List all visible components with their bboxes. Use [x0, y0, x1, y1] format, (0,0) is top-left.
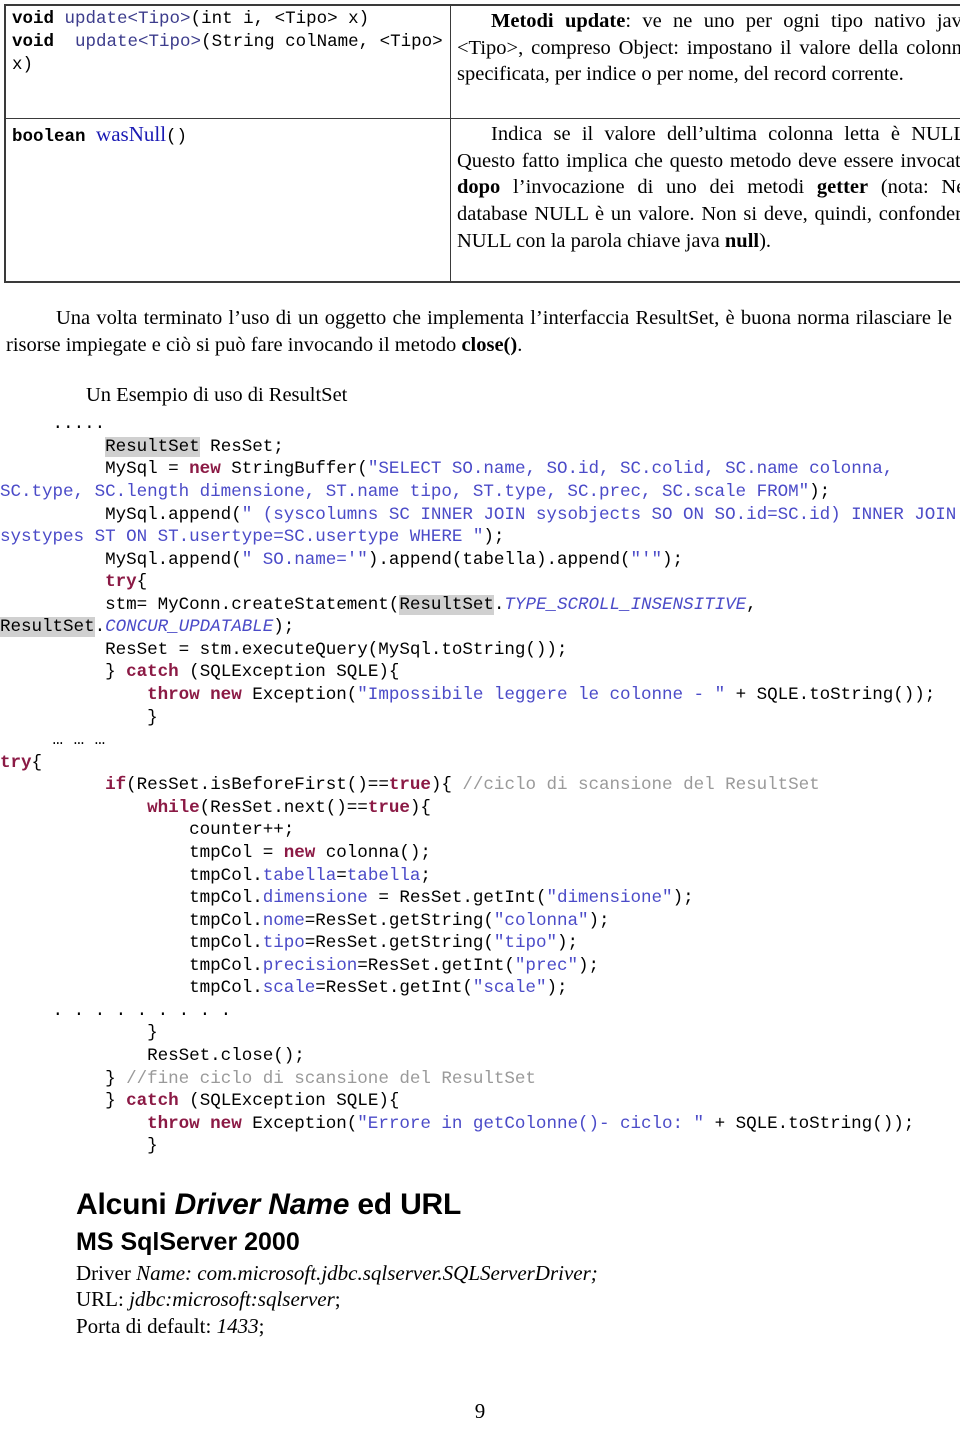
method-params-wasnull: (): [166, 127, 187, 147]
method-signature-update: void update<Tipo>(int i, <Tipo> x) void …: [12, 8, 446, 77]
driver-entry-list: Driver Name: com.microsoft.jdbc.sqlserve…: [76, 1260, 960, 1339]
driver-entry-name: Driver Name: com.microsoft.jdbc.sqlserve…: [76, 1260, 960, 1286]
method-description-cell: Metodi update: ve ne uno per ogni tipo n…: [451, 5, 960, 119]
jdbc-resultset-method-table: void update<Tipo>(int i, <Tipo> x) void …: [4, 4, 960, 283]
method-signature-wasnull: boolean wasNull(): [12, 121, 446, 149]
drivers-heading: Alcuni Driver Name ed URL: [76, 1188, 960, 1222]
example-heading: Un Esempio di uso di ResultSet: [86, 384, 960, 407]
method-name-wasnull: wasNull: [96, 122, 166, 146]
method-description-wasnull: Indica se il valore dell’ultima colonna …: [457, 121, 960, 254]
driver-entry-port: Porta di default: 1433;: [76, 1313, 960, 1339]
document-page: void update<Tipo>(int i, <Tipo> x) void …: [0, 4, 960, 1440]
driver-entry-url: URL: jdbc:microsoft:sqlserver;: [76, 1286, 960, 1312]
return-type-void-1: void: [12, 9, 54, 29]
drivers-subheading: MS SqlServer 2000: [76, 1228, 960, 1257]
code-listing-resultset-example: ..... ResultSet ResSet; MySql = new Stri…: [0, 413, 960, 1158]
table-row: boolean wasNull() Indica se il valore de…: [5, 119, 960, 283]
return-type-void-2: void: [12, 32, 54, 52]
page-number: 9: [0, 1399, 960, 1424]
return-type-boolean: boolean: [12, 127, 86, 147]
table-row: void update<Tipo>(int i, <Tipo> x) void …: [5, 5, 960, 119]
method-signature-cell: void update<Tipo>(int i, <Tipo> x) void …: [5, 5, 451, 119]
method-signature-cell: boolean wasNull(): [5, 119, 451, 283]
method-description-update: Metodi update: ve ne uno per ogni tipo n…: [457, 8, 960, 88]
method-params-1: (int i, <Tipo> x): [191, 9, 370, 29]
method-description-cell: Indica se il valore dell’ultima colonna …: [451, 119, 960, 283]
body-paragraph-close: Una volta terminato l’uso di un oggetto …: [6, 305, 952, 358]
method-name-update-2: update<Tipo>: [75, 32, 201, 52]
method-name-update-1: update<Tipo>: [65, 9, 191, 29]
